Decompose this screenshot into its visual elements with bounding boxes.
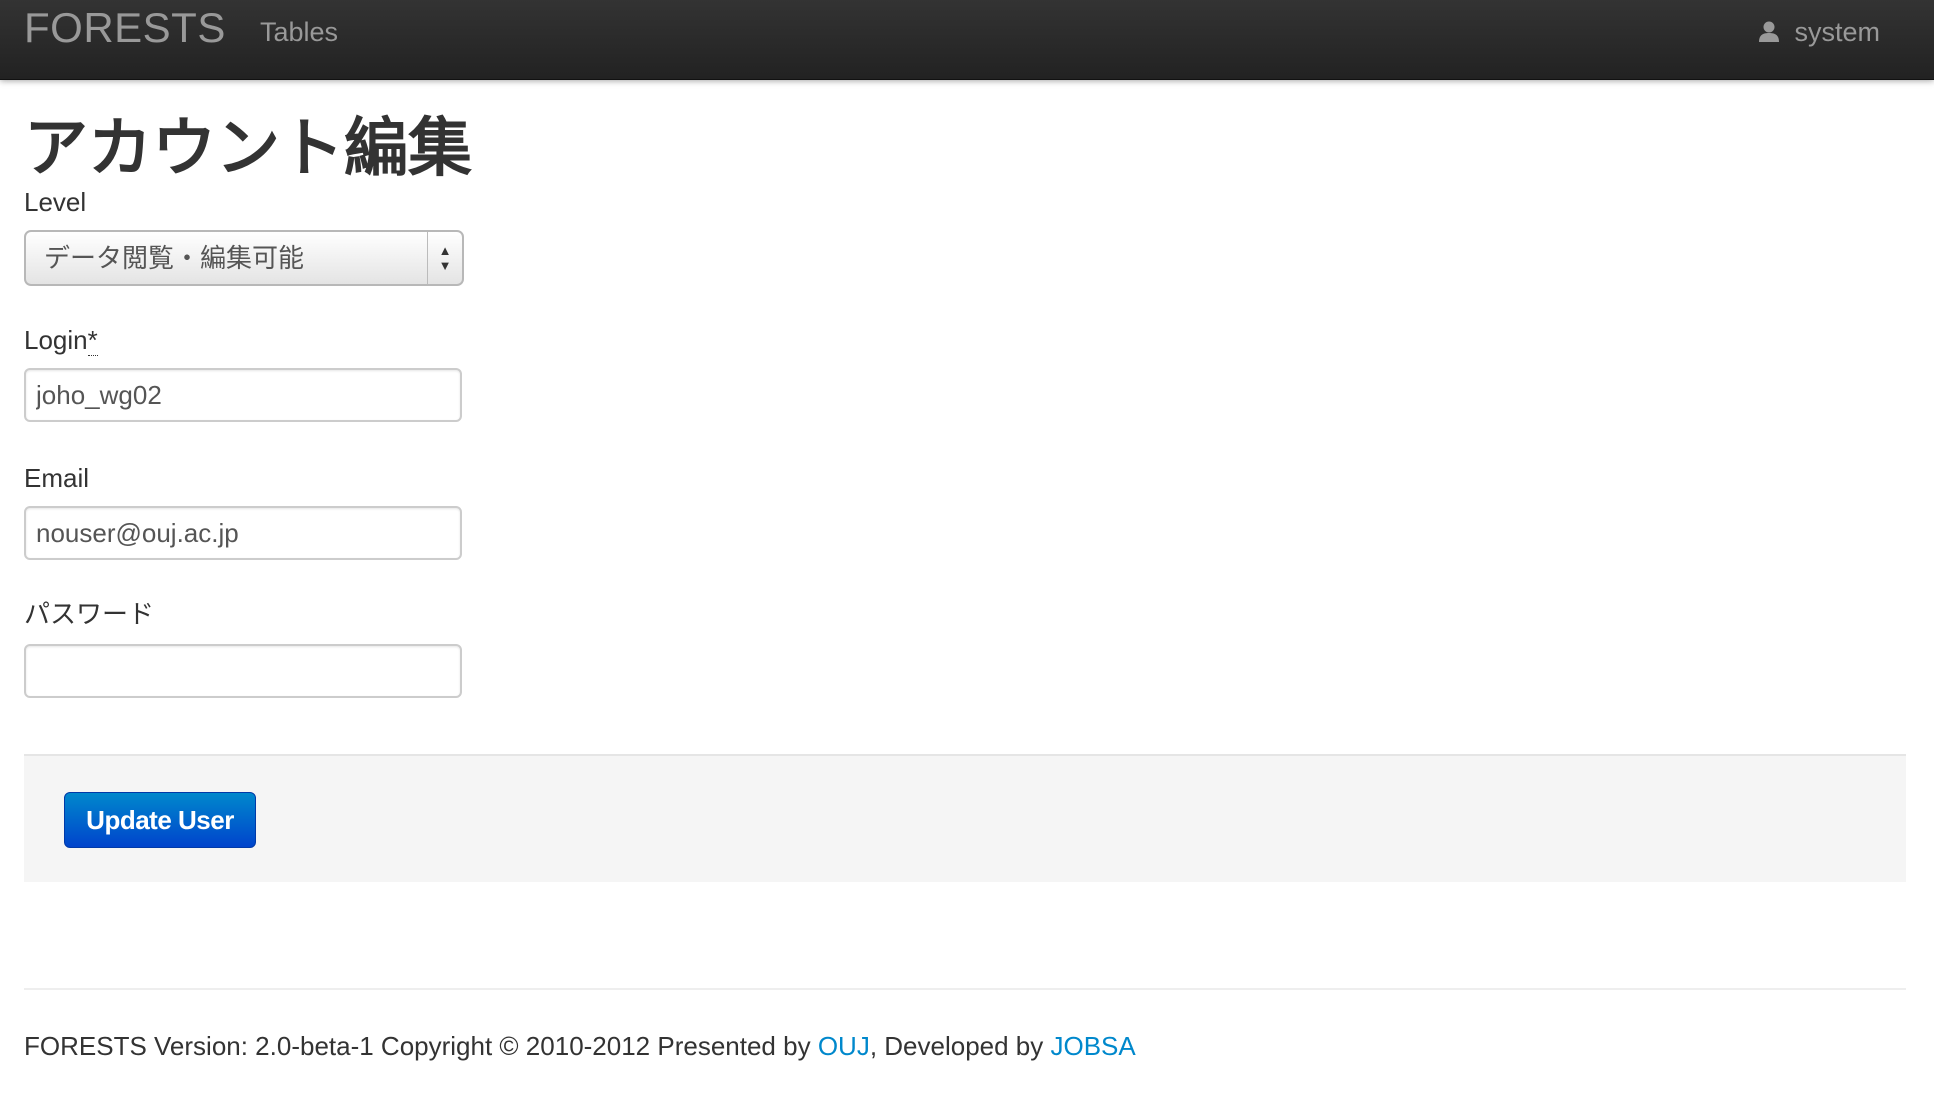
footer-text-middle: , Developed by [869, 1031, 1051, 1061]
brand-link[interactable]: FORESTS [24, 4, 226, 52]
footer-link-jobsa[interactable]: JOBSA [1050, 1031, 1135, 1061]
footer: FORESTS Version: 2.0-beta-1 Copyright © … [24, 1028, 1136, 1064]
footer-link-ouj[interactable]: OUJ [818, 1031, 870, 1061]
top-navbar: FORESTS Tables system [0, 0, 1934, 80]
user-name: system [1794, 17, 1880, 47]
form-actions: Update User [24, 754, 1906, 882]
email-input[interactable] [24, 506, 462, 560]
login-label: Login* [24, 324, 98, 356]
page-title: アカウント編集 [24, 112, 472, 184]
footer-text-before: FORESTS Version: 2.0-beta-1 Copyright © … [24, 1031, 818, 1061]
level-label: Level [24, 187, 87, 217]
email-label: Email [24, 463, 90, 493]
level-selected-value: データ閲覧・編集可能 [44, 243, 305, 273]
required-mark: * [87, 325, 98, 356]
level-select[interactable]: データ閲覧・編集可能 ▲ ▼ [24, 230, 464, 286]
footer-divider [24, 988, 1906, 990]
select-arrows-icon: ▲ ▼ [427, 232, 462, 284]
user-menu[interactable]: system [1758, 14, 1880, 50]
login-label-text: Login [24, 325, 88, 355]
update-user-button[interactable]: Update User [64, 792, 256, 848]
nav-link-tables[interactable]: Tables [260, 14, 338, 50]
password-label: パスワード [24, 599, 155, 629]
user-icon [1759, 21, 1780, 42]
password-input[interactable] [24, 644, 462, 698]
login-input[interactable] [24, 368, 462, 422]
